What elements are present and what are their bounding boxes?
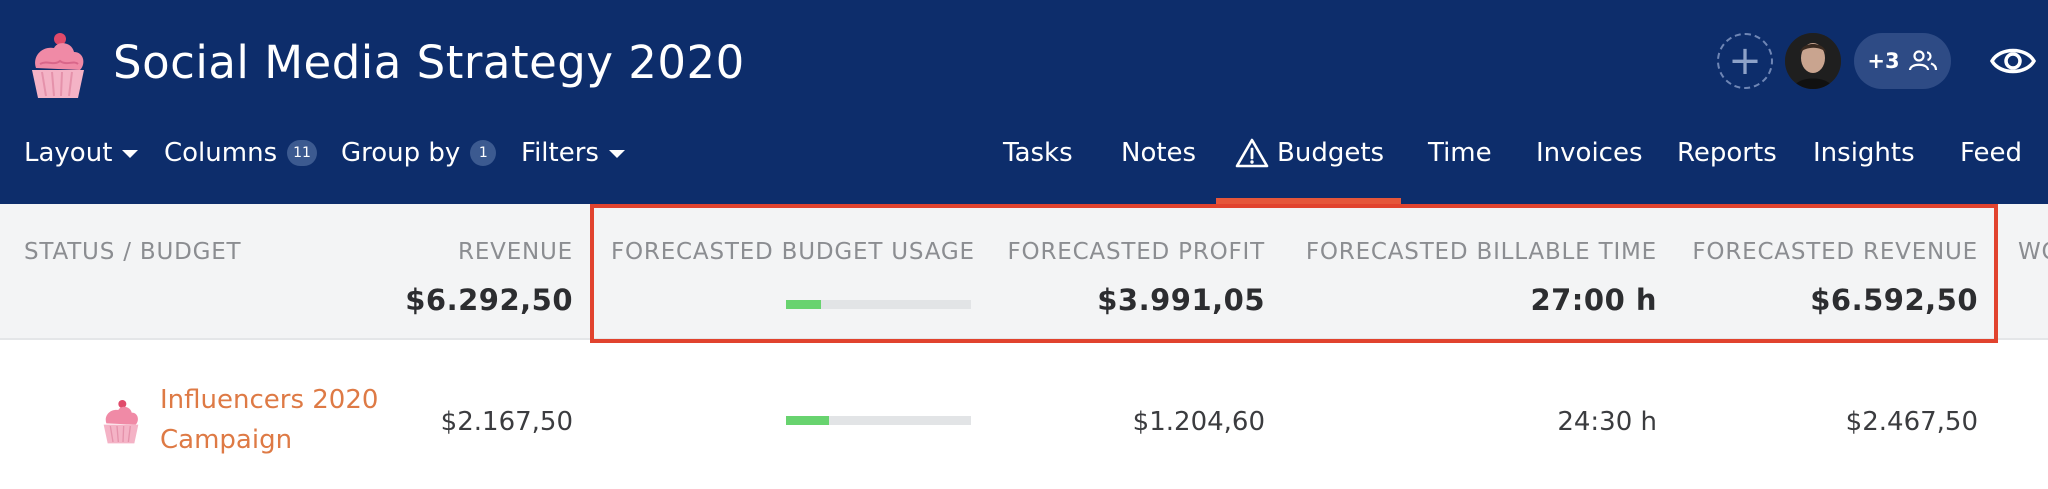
cupcake-icon [32, 33, 84, 98]
person-avatar-image [1785, 33, 1841, 89]
add-member-button[interactable]: + [1717, 33, 1773, 89]
tab-invoices[interactable]: Invoices [1536, 130, 1643, 176]
budget-name-link[interactable]: Influencers 2020 Campaign [160, 380, 390, 460]
groupby-menu-button[interactable]: Group by 1 [341, 130, 497, 176]
tab-notes[interactable]: Notes [1121, 130, 1196, 176]
project-title[interactable]: Social Media Strategy 2020 [113, 32, 745, 94]
column-header-status-budget[interactable]: STATUS / BUDGET [24, 236, 241, 268]
tab-label: Budgets [1277, 138, 1385, 168]
eye-icon[interactable] [1990, 41, 2036, 81]
layout-label: Layout [24, 138, 113, 168]
highlight-box [590, 204, 1998, 343]
filters-label: Filters [521, 138, 599, 168]
cupcake-icon [103, 400, 139, 444]
tab-feed[interactable]: Feed [1960, 130, 2022, 176]
more-members-button[interactable]: +3 [1854, 33, 1951, 89]
columns-label: Columns [164, 138, 278, 168]
tab-label: Notes [1121, 138, 1197, 168]
tab-label: Reports [1677, 138, 1777, 168]
row-forecasted-billable-time: 24:30 h [1557, 407, 1657, 437]
tab-label: Tasks [1003, 138, 1073, 168]
more-members-count: +3 [1867, 49, 1900, 73]
tab-label: Feed [1960, 138, 2023, 168]
columns-menu-button[interactable]: Columns 11 [164, 130, 317, 176]
revenue-total: $6.292,50 [405, 283, 573, 317]
column-header-partial[interactable]: WO [2018, 236, 2048, 268]
chevron-down-icon [608, 150, 625, 158]
tab-reports[interactable]: Reports [1677, 130, 1777, 176]
column-header-revenue[interactable]: REVENUE [458, 236, 573, 268]
tab-time[interactable]: Time [1428, 130, 1492, 176]
groupby-count-badge: 1 [470, 140, 497, 166]
chevron-down-icon [122, 150, 139, 158]
row-revenue: $2.167,50 [440, 407, 573, 437]
tab-label: Time [1428, 138, 1492, 168]
row-forecasted-profit: $1.204,60 [1132, 407, 1265, 437]
row-forecasted-budget-usage-bar [786, 416, 971, 425]
row-forecasted-revenue: $2.467,50 [1845, 407, 1978, 437]
progress-fill [786, 416, 829, 425]
plus-icon: + [1728, 38, 1762, 84]
layout-menu-button[interactable]: Layout [24, 130, 139, 176]
tab-tasks[interactable]: Tasks [1003, 130, 1073, 176]
tab-label: Invoices [1536, 138, 1643, 168]
columns-count-badge: 11 [287, 140, 317, 166]
warning-triangle-icon [1235, 138, 1269, 168]
filters-menu-button[interactable]: Filters [521, 130, 625, 176]
tab-label: Insights [1813, 138, 1915, 168]
groupby-label: Group by [341, 138, 461, 168]
tab-budgets[interactable]: Budgets [1235, 130, 1384, 176]
tab-insights[interactable]: Insights [1813, 130, 1915, 176]
avatar[interactable] [1785, 33, 1841, 89]
people-icon [1908, 50, 1937, 71]
